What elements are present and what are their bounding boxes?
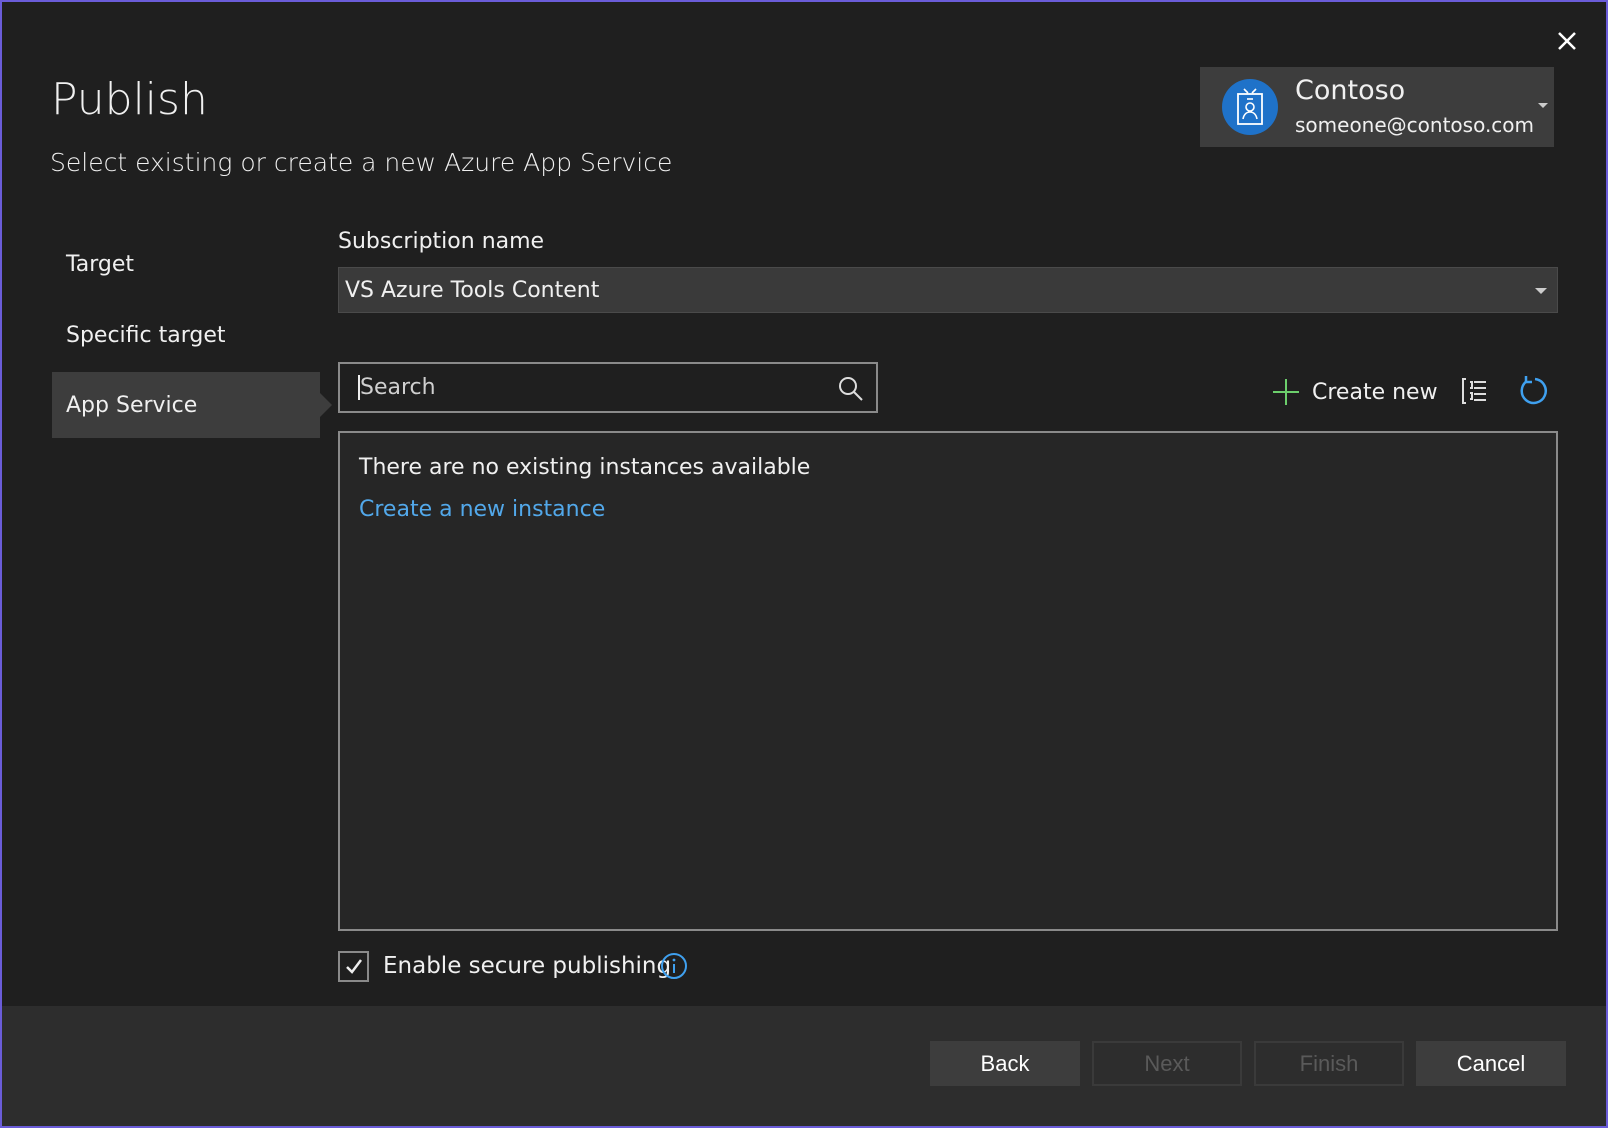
create-new-label: Create new bbox=[1312, 379, 1438, 405]
subscription-label: Subscription name bbox=[338, 229, 545, 254]
search-input[interactable] bbox=[358, 375, 828, 400]
subscription-value: VS Azure Tools Content bbox=[345, 277, 600, 303]
search-box[interactable] bbox=[338, 362, 878, 413]
secure-publishing-checkbox[interactable] bbox=[338, 951, 369, 982]
sidebar-item-target[interactable]: Target bbox=[52, 231, 320, 297]
sidebar-item-label: Target bbox=[66, 251, 135, 277]
chevron-down-icon bbox=[1535, 288, 1547, 294]
info-icon[interactable] bbox=[660, 952, 688, 984]
chevron-down-icon bbox=[1538, 103, 1548, 108]
instance-list: There are no existing instances availabl… bbox=[338, 431, 1558, 931]
finish-button[interactable]: Finish bbox=[1254, 1041, 1404, 1086]
account-email: someone@contoso.com bbox=[1295, 113, 1535, 137]
empty-message: There are no existing instances availabl… bbox=[359, 455, 811, 480]
checkmark-icon bbox=[345, 958, 362, 974]
page-subtitle: Select existing or create a new Azure Ap… bbox=[50, 148, 673, 177]
account-selector[interactable]: Contoso someone@contoso.com bbox=[1200, 67, 1554, 147]
create-new-instance-link[interactable]: Create a new instance bbox=[359, 497, 605, 522]
plus-icon bbox=[1273, 379, 1299, 405]
cancel-button[interactable]: Cancel bbox=[1416, 1041, 1566, 1086]
refresh-icon[interactable] bbox=[1517, 375, 1549, 411]
next-button[interactable]: Next bbox=[1092, 1041, 1242, 1086]
sidebar-item-specific-target[interactable]: Specific target bbox=[52, 302, 320, 368]
search-icon[interactable] bbox=[838, 376, 864, 406]
create-new-button[interactable]: Create new bbox=[1272, 378, 1438, 406]
page-title: Publish bbox=[51, 74, 208, 125]
secure-publishing-label: Enable secure publishing bbox=[383, 953, 672, 979]
sidebar-item-label: Specific target bbox=[66, 322, 226, 348]
badge-avatar-icon bbox=[1222, 79, 1278, 135]
back-button[interactable]: Back bbox=[930, 1041, 1080, 1086]
close-icon[interactable] bbox=[1552, 26, 1582, 56]
sidebar-item-app-service[interactable]: App Service bbox=[52, 372, 332, 438]
subscription-dropdown[interactable]: VS Azure Tools Content bbox=[338, 267, 1558, 313]
tree-view-icon[interactable] bbox=[1462, 378, 1488, 408]
sidebar-item-label: App Service bbox=[66, 392, 198, 418]
account-name: Contoso bbox=[1295, 75, 1406, 106]
